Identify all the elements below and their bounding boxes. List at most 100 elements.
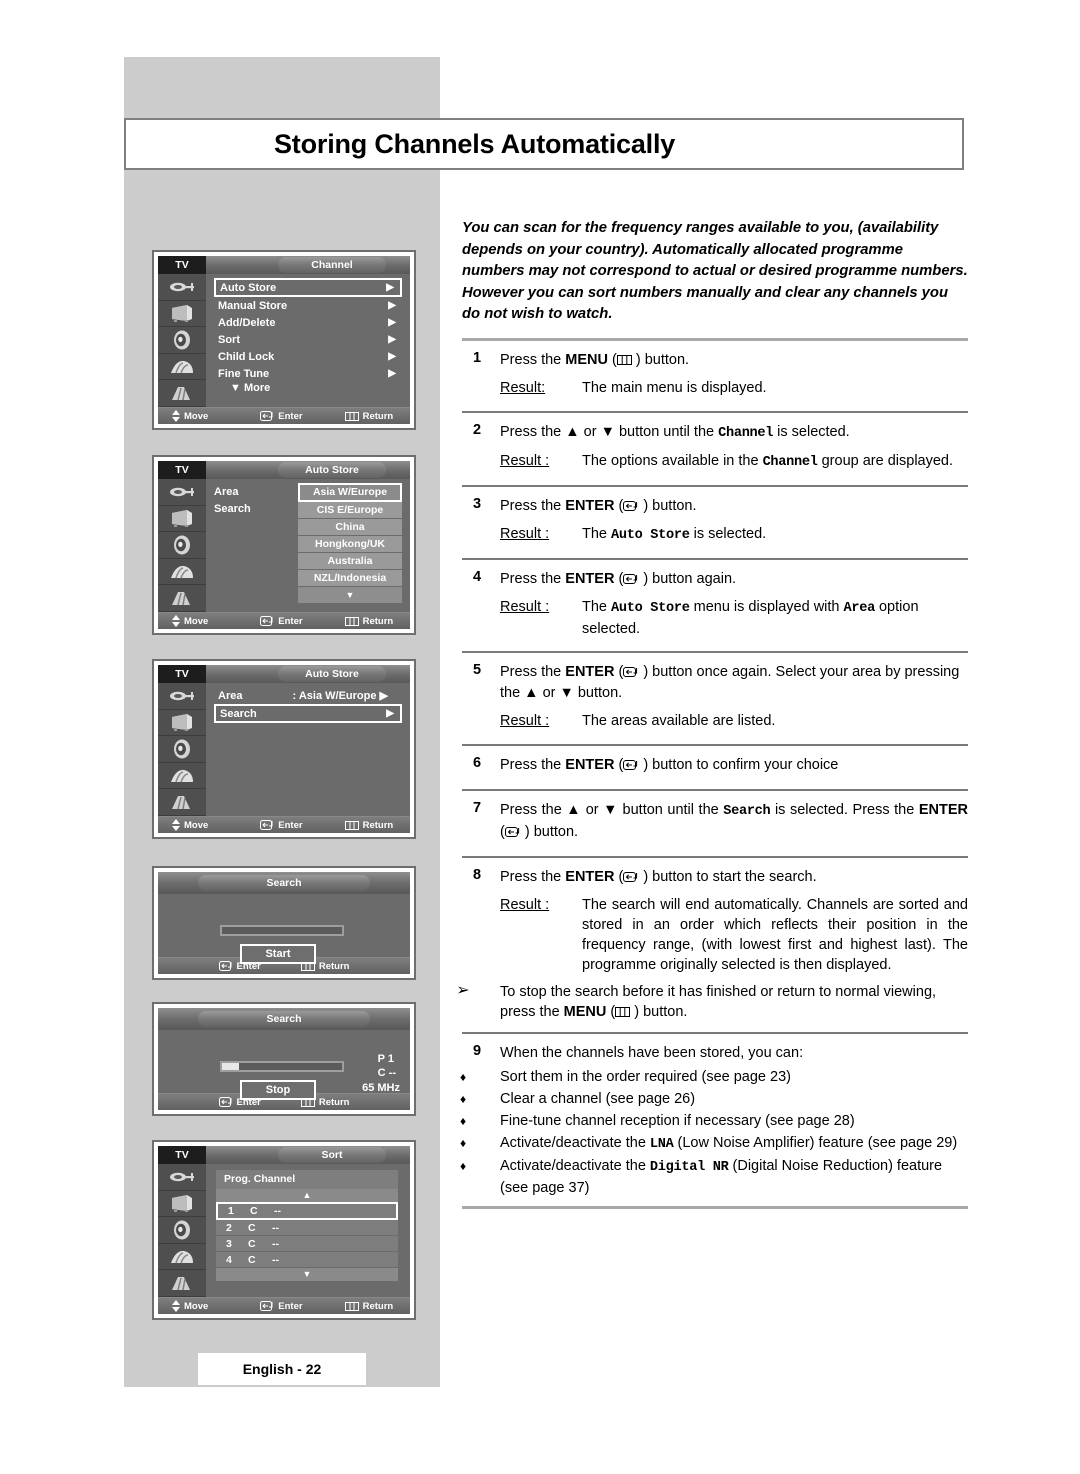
area-option-asia-w-europe[interactable]: Asia W/Europe — [298, 483, 402, 502]
osd-footer: Move Enter Return — [158, 612, 410, 629]
step-result: Result : The Auto Store menu is displaye… — [500, 597, 968, 639]
setup-icon[interactable] — [158, 585, 206, 612]
menu-item-more[interactable]: ▼ More — [214, 382, 402, 394]
menu-item-auto-store[interactable]: Auto Store ▶ — [214, 278, 402, 297]
manual-page: Storing Channels Automatically TV Channe… — [0, 0, 1080, 1474]
area-option-cis-e-europe[interactable]: CIS E/Europe — [298, 502, 402, 519]
area-option-china[interactable]: China — [298, 519, 402, 536]
osd-tv-label: TV — [158, 1146, 206, 1164]
osd-icon-rail — [158, 1164, 206, 1297]
step-instruction: Press the MENU ( ) button. — [500, 351, 690, 368]
menu-item-label: Add/Delete — [218, 316, 276, 329]
search-frequency-label: 65 MHz — [362, 1082, 400, 1094]
footer-enter: Enter — [260, 1301, 303, 1312]
sort-scroll-down-icon[interactable]: ▼ — [216, 1268, 398, 1281]
antenna-icon[interactable] — [158, 479, 206, 506]
enter-button-label: ENTER — [565, 756, 615, 773]
features-icon[interactable] — [158, 353, 206, 381]
table-row[interactable]: 4 C -- — [216, 1252, 398, 1268]
step-instruction: Press the ENTER ( ) button. — [500, 497, 697, 514]
auto-store-token: Auto Store — [611, 527, 690, 543]
footer-return-label: Return — [318, 1096, 350, 1108]
menu-item-add-delete[interactable]: Add/Delete ▶ — [214, 314, 402, 331]
menu-item-child-lock[interactable]: Child Lock ▶ — [214, 348, 402, 365]
search-token: Search — [723, 803, 771, 819]
area-list-scroll-down-icon[interactable]: ▼ — [298, 587, 402, 604]
sort-channel-prefix: C — [248, 1237, 256, 1250]
search-start-button[interactable]: Start — [240, 944, 316, 964]
enter-icon — [260, 411, 273, 421]
sort-scroll-up-icon[interactable]: ▲ — [216, 1189, 398, 1202]
step-instruction: When the channels have been stored, you … — [500, 1044, 804, 1061]
step-result: Result : The options available in the Ch… — [500, 451, 968, 473]
footer-move: Move — [172, 410, 208, 422]
search-channel-number: C -- — [377, 1067, 396, 1079]
osd-icon-rail — [158, 479, 206, 612]
table-row[interactable]: 3 C -- — [216, 1236, 398, 1252]
field-search[interactable]: Search ▶ — [214, 704, 402, 723]
setup-icon[interactable] — [158, 789, 206, 816]
speaker-sound-icon[interactable] — [158, 1217, 206, 1244]
table-row[interactable]: 1 C -- — [216, 1202, 398, 1220]
chevron-right-icon: ▶ — [388, 334, 396, 345]
footer-return-label: Return — [362, 410, 394, 422]
tv-picture-icon[interactable] — [158, 300, 206, 328]
bullet-text: Clear a channel (see page 26) — [500, 1090, 696, 1107]
list-item: ♦ Activate/deactivate the LNA (Low Noise… — [426, 1133, 968, 1155]
menu-button-label: MENU — [565, 351, 608, 368]
search-stop-button[interactable]: Stop — [240, 1080, 316, 1100]
step-instruction: Press the ENTER ( ) button once again. S… — [500, 663, 960, 701]
speaker-sound-icon[interactable] — [158, 327, 206, 354]
features-icon[interactable] — [158, 558, 206, 586]
features-icon[interactable] — [158, 762, 206, 790]
footer-move-label: Move — [184, 410, 209, 422]
tv-picture-icon[interactable] — [158, 505, 206, 533]
speaker-sound-icon[interactable] — [158, 736, 206, 763]
divider — [462, 650, 968, 653]
field-area[interactable]: Area : Asia W/Europe ▶ — [214, 687, 402, 704]
table-row[interactable]: 2 C -- — [216, 1220, 398, 1236]
area-option-hongkong-uk[interactable]: Hongkong/UK — [298, 536, 402, 553]
up-down-arrow-icon — [172, 1300, 180, 1312]
menu-icon — [344, 1301, 359, 1311]
area-option-nzl-indonesia[interactable]: NZL/Indonesia — [298, 570, 402, 587]
tv-picture-icon[interactable] — [158, 709, 206, 737]
result-text: The search will end automatically. Chann… — [582, 896, 968, 973]
step-number: 3 — [473, 495, 482, 512]
antenna-icon[interactable] — [158, 274, 206, 301]
search-program-info: P 1 C -- — [378, 1052, 396, 1080]
result-text: The options available in the Channel gro… — [582, 452, 954, 470]
antenna-icon[interactable] — [158, 1164, 206, 1191]
footer-move: Move — [172, 1300, 208, 1312]
enter-button-label: ENTER — [565, 868, 615, 885]
bullet-icon: ♦ — [459, 1091, 467, 1106]
enter-button-label: ENTER — [565, 663, 615, 680]
footer-enter: Enter — [260, 411, 303, 422]
osd-tab-search: Search — [198, 875, 370, 891]
result-label: Result : — [500, 598, 550, 615]
setup-icon[interactable] — [158, 380, 206, 407]
page-title-bar: Storing Channels Automatically — [124, 118, 964, 170]
page-footer-label: English - 22 — [198, 1353, 366, 1385]
up-down-arrow-icon — [172, 819, 180, 831]
sort-channel-value: -- — [274, 1205, 281, 1217]
sort-channel-prefix: C — [250, 1205, 258, 1217]
menu-item-label: Manual Store — [218, 299, 288, 312]
sort-channel-value: -- — [272, 1253, 279, 1266]
enter-icon — [623, 759, 638, 770]
step-number: 6 — [473, 754, 482, 771]
features-icon[interactable] — [158, 1243, 206, 1271]
setup-icon[interactable] — [158, 1270, 206, 1297]
speaker-sound-icon[interactable] — [158, 532, 206, 559]
bullet-icon: ♦ — [459, 1135, 467, 1150]
area-option-australia[interactable]: Australia — [298, 553, 402, 570]
tv-picture-icon[interactable] — [158, 1190, 206, 1218]
sort-prog-number: 2 — [226, 1221, 232, 1234]
menu-icon — [616, 354, 632, 365]
menu-item-manual-store[interactable]: Manual Store ▶ — [214, 297, 402, 314]
menu-item-sort[interactable]: Sort ▶ — [214, 331, 402, 348]
footer-enter-label: Enter — [278, 615, 303, 627]
antenna-icon[interactable] — [158, 683, 206, 710]
menu-item-fine-tune[interactable]: Fine Tune ▶ — [214, 365, 402, 382]
footer-move: Move — [172, 819, 208, 831]
